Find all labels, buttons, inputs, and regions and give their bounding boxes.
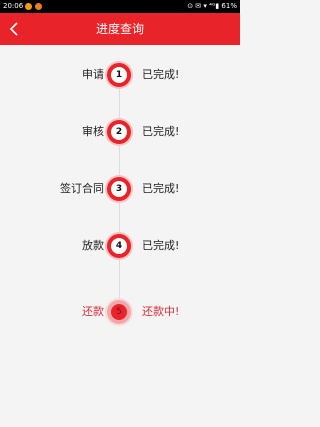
timeline-step-repayment: 还款 5 还款中!: [0, 297, 240, 327]
step-node: 5: [105, 298, 133, 326]
step-label: 申请: [82, 68, 104, 81]
step-label: 审核: [82, 125, 104, 138]
step-node: 2: [105, 118, 133, 146]
status-time: 20:06: [3, 2, 24, 10]
status-bar: 20:06 ⊙ ✉ ▾ ⁴ᴳ▮ 61%: [0, 0, 240, 13]
page-title: 进度查询: [95, 22, 144, 36]
app-bar: 进度查询: [0, 13, 240, 45]
step-status: 已完成!: [142, 68, 180, 81]
step-status: 已完成!: [142, 125, 180, 138]
step-status: 已完成!: [142, 182, 180, 195]
step-status: 还款中!: [142, 305, 180, 318]
timeline-step-apply: 申请 1 已完成!: [0, 60, 240, 90]
step-number: 1: [111, 67, 127, 83]
timeline-step-contract: 签订合同 3 已完成!: [0, 174, 240, 204]
step-number: 5: [111, 304, 127, 320]
step-label: 放款: [82, 239, 104, 252]
step-label: 签订合同: [60, 182, 104, 195]
status-indicators: ⊙ ✉ ▾ ⁴ᴳ▮ 61%: [187, 2, 237, 10]
step-number: 3: [111, 181, 127, 197]
step-status: 已完成!: [142, 239, 180, 252]
notification-icon: [25, 3, 32, 10]
step-label: 还款: [82, 305, 104, 318]
step-node: 4: [105, 232, 133, 260]
step-number: 4: [111, 238, 127, 254]
step-number: 2: [111, 124, 127, 140]
timeline-step-loan: 放款 4 已完成!: [0, 231, 240, 261]
step-node: 3: [105, 175, 133, 203]
step-node: 1: [105, 61, 133, 89]
progress-timeline: 申请 1 已完成! 审核 2 已完成! 签订合同 3 已完成! 放款 4 已完成…: [0, 45, 240, 427]
notification-icon: [35, 3, 42, 10]
timeline-step-review: 审核 2 已完成!: [0, 117, 240, 147]
